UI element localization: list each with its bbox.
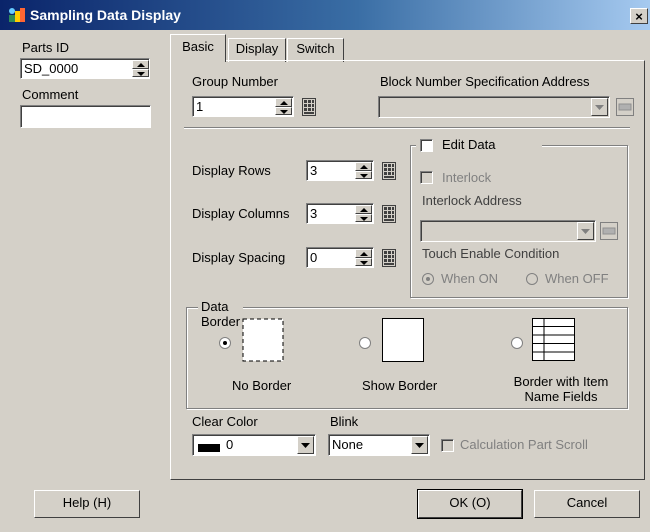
- spin-down-button[interactable]: [275, 106, 292, 115]
- parts-id-label: Parts ID: [22, 40, 69, 55]
- no-border-preview-icon: [242, 318, 284, 362]
- blink-label: Blink: [330, 414, 359, 429]
- spin-up-button[interactable]: [355, 205, 372, 214]
- display-columns-spinner[interactable]: [355, 205, 372, 222]
- no-border-label: No Border: [232, 378, 292, 393]
- dialog-window: Sampling Data Display × Parts ID SD_0000…: [0, 0, 650, 532]
- window-title: Sampling Data Display: [30, 7, 181, 23]
- block-address-label: Block Number Specification Address: [380, 74, 590, 89]
- spin-down-button[interactable]: [355, 213, 372, 222]
- spin-up-button[interactable]: [275, 98, 292, 107]
- parts-id-field[interactable]: SD_0000: [20, 58, 150, 79]
- display-columns-label: Display Columns: [192, 206, 290, 221]
- parts-id-value: SD_0000: [24, 61, 79, 76]
- display-spacing-spinner[interactable]: [355, 249, 372, 266]
- close-icon: ×: [635, 9, 643, 24]
- display-rows-field[interactable]: 3: [306, 160, 374, 181]
- tab-display-label: Display: [235, 41, 279, 56]
- group-number-spinner[interactable]: [275, 98, 292, 115]
- spin-down-button[interactable]: [355, 170, 372, 179]
- edit-data-label: Edit Data: [442, 137, 496, 152]
- address-picker-icon[interactable]: [616, 98, 634, 116]
- keypad-icon[interactable]: [302, 98, 316, 116]
- when-off-radio[interactable]: [526, 273, 538, 285]
- interlock-checkbox[interactable]: [420, 171, 433, 184]
- spin-down-button[interactable]: [355, 257, 372, 266]
- cancel-button-label: Cancel: [566, 495, 608, 510]
- display-spacing-value: 0: [310, 250, 318, 265]
- group-number-value: 1: [196, 99, 204, 114]
- ok-button-label: OK (O): [449, 495, 491, 510]
- data-border-label: Data Border: [198, 299, 244, 329]
- color-swatch: [198, 441, 220, 452]
- group-number-field[interactable]: 1: [192, 96, 294, 117]
- parts-id-spinner[interactable]: [132, 60, 149, 77]
- display-spacing-field[interactable]: 0: [306, 247, 374, 268]
- tab-basic[interactable]: Basic: [170, 34, 226, 62]
- when-off-label: When OFF: [545, 271, 609, 286]
- spin-up-button[interactable]: [355, 162, 372, 171]
- calc-scroll-checkbox[interactable]: [441, 439, 454, 452]
- tab-switch-label: Switch: [296, 41, 335, 56]
- cancel-button[interactable]: Cancel: [534, 490, 640, 518]
- ok-button[interactable]: OK (O): [417, 489, 523, 519]
- address-picker-icon[interactable]: [600, 222, 618, 240]
- no-border-radio[interactable]: [219, 337, 231, 349]
- chevron-down-icon[interactable]: [591, 98, 608, 116]
- show-border-preview-icon: [382, 318, 424, 362]
- blink-dropdown[interactable]: None: [328, 434, 430, 456]
- keypad-icon[interactable]: [382, 162, 396, 180]
- interlock-address-field[interactable]: [420, 220, 596, 242]
- help-button[interactable]: Help (H): [34, 490, 140, 518]
- group-number-label: Group Number: [192, 74, 278, 89]
- app-icon: [9, 8, 25, 22]
- when-on-radio[interactable]: [422, 273, 434, 285]
- separator: [184, 127, 630, 129]
- spin-down-button[interactable]: [132, 68, 149, 77]
- keypad-icon[interactable]: [382, 249, 396, 267]
- comment-label: Comment: [22, 87, 79, 102]
- clear-color-dropdown[interactable]: 0: [192, 434, 316, 456]
- display-rows-label: Display Rows: [192, 163, 271, 178]
- display-spacing-label: Display Spacing: [192, 250, 286, 265]
- show-border-radio[interactable]: [359, 337, 371, 349]
- clear-color-label: Clear Color: [192, 414, 258, 429]
- display-columns-field[interactable]: 3: [306, 203, 374, 224]
- interlock-address-label: Interlock Address: [422, 193, 522, 208]
- spin-up-button[interactable]: [132, 60, 149, 69]
- title-bar[interactable]: Sampling Data Display ×: [0, 0, 650, 30]
- border-item-name-label: Border with Item Name Fields: [513, 374, 609, 404]
- show-border-label: Show Border: [362, 378, 438, 393]
- block-address-field[interactable]: [378, 96, 610, 118]
- help-button-label: Help (H): [62, 495, 112, 510]
- touch-enable-label: Touch Enable Condition: [422, 246, 560, 261]
- chevron-down-icon[interactable]: [297, 436, 314, 454]
- edit-data-checkbox[interactable]: [420, 139, 433, 152]
- keypad-icon[interactable]: [382, 205, 396, 223]
- chevron-down-icon[interactable]: [577, 222, 594, 240]
- tab-basic-label: Basic: [182, 39, 214, 54]
- blink-value: None: [332, 437, 364, 452]
- calc-scroll-label: Calculation Part Scroll: [460, 437, 588, 452]
- interlock-label: Interlock: [442, 170, 492, 185]
- spin-up-button[interactable]: [355, 249, 372, 258]
- border-item-name-radio[interactable]: [511, 337, 523, 349]
- border-item-name-preview-icon: [532, 318, 575, 361]
- clear-color-value: 0: [226, 437, 234, 452]
- display-rows-spinner[interactable]: [355, 162, 372, 179]
- comment-field[interactable]: [20, 105, 151, 128]
- tab-display[interactable]: Display: [228, 38, 286, 62]
- close-button[interactable]: ×: [630, 8, 648, 24]
- tab-switch[interactable]: Switch: [287, 38, 344, 62]
- display-columns-value: 3: [310, 206, 318, 221]
- display-rows-value: 3: [310, 163, 318, 178]
- when-on-label: When ON: [441, 271, 499, 286]
- chevron-down-icon[interactable]: [411, 436, 428, 454]
